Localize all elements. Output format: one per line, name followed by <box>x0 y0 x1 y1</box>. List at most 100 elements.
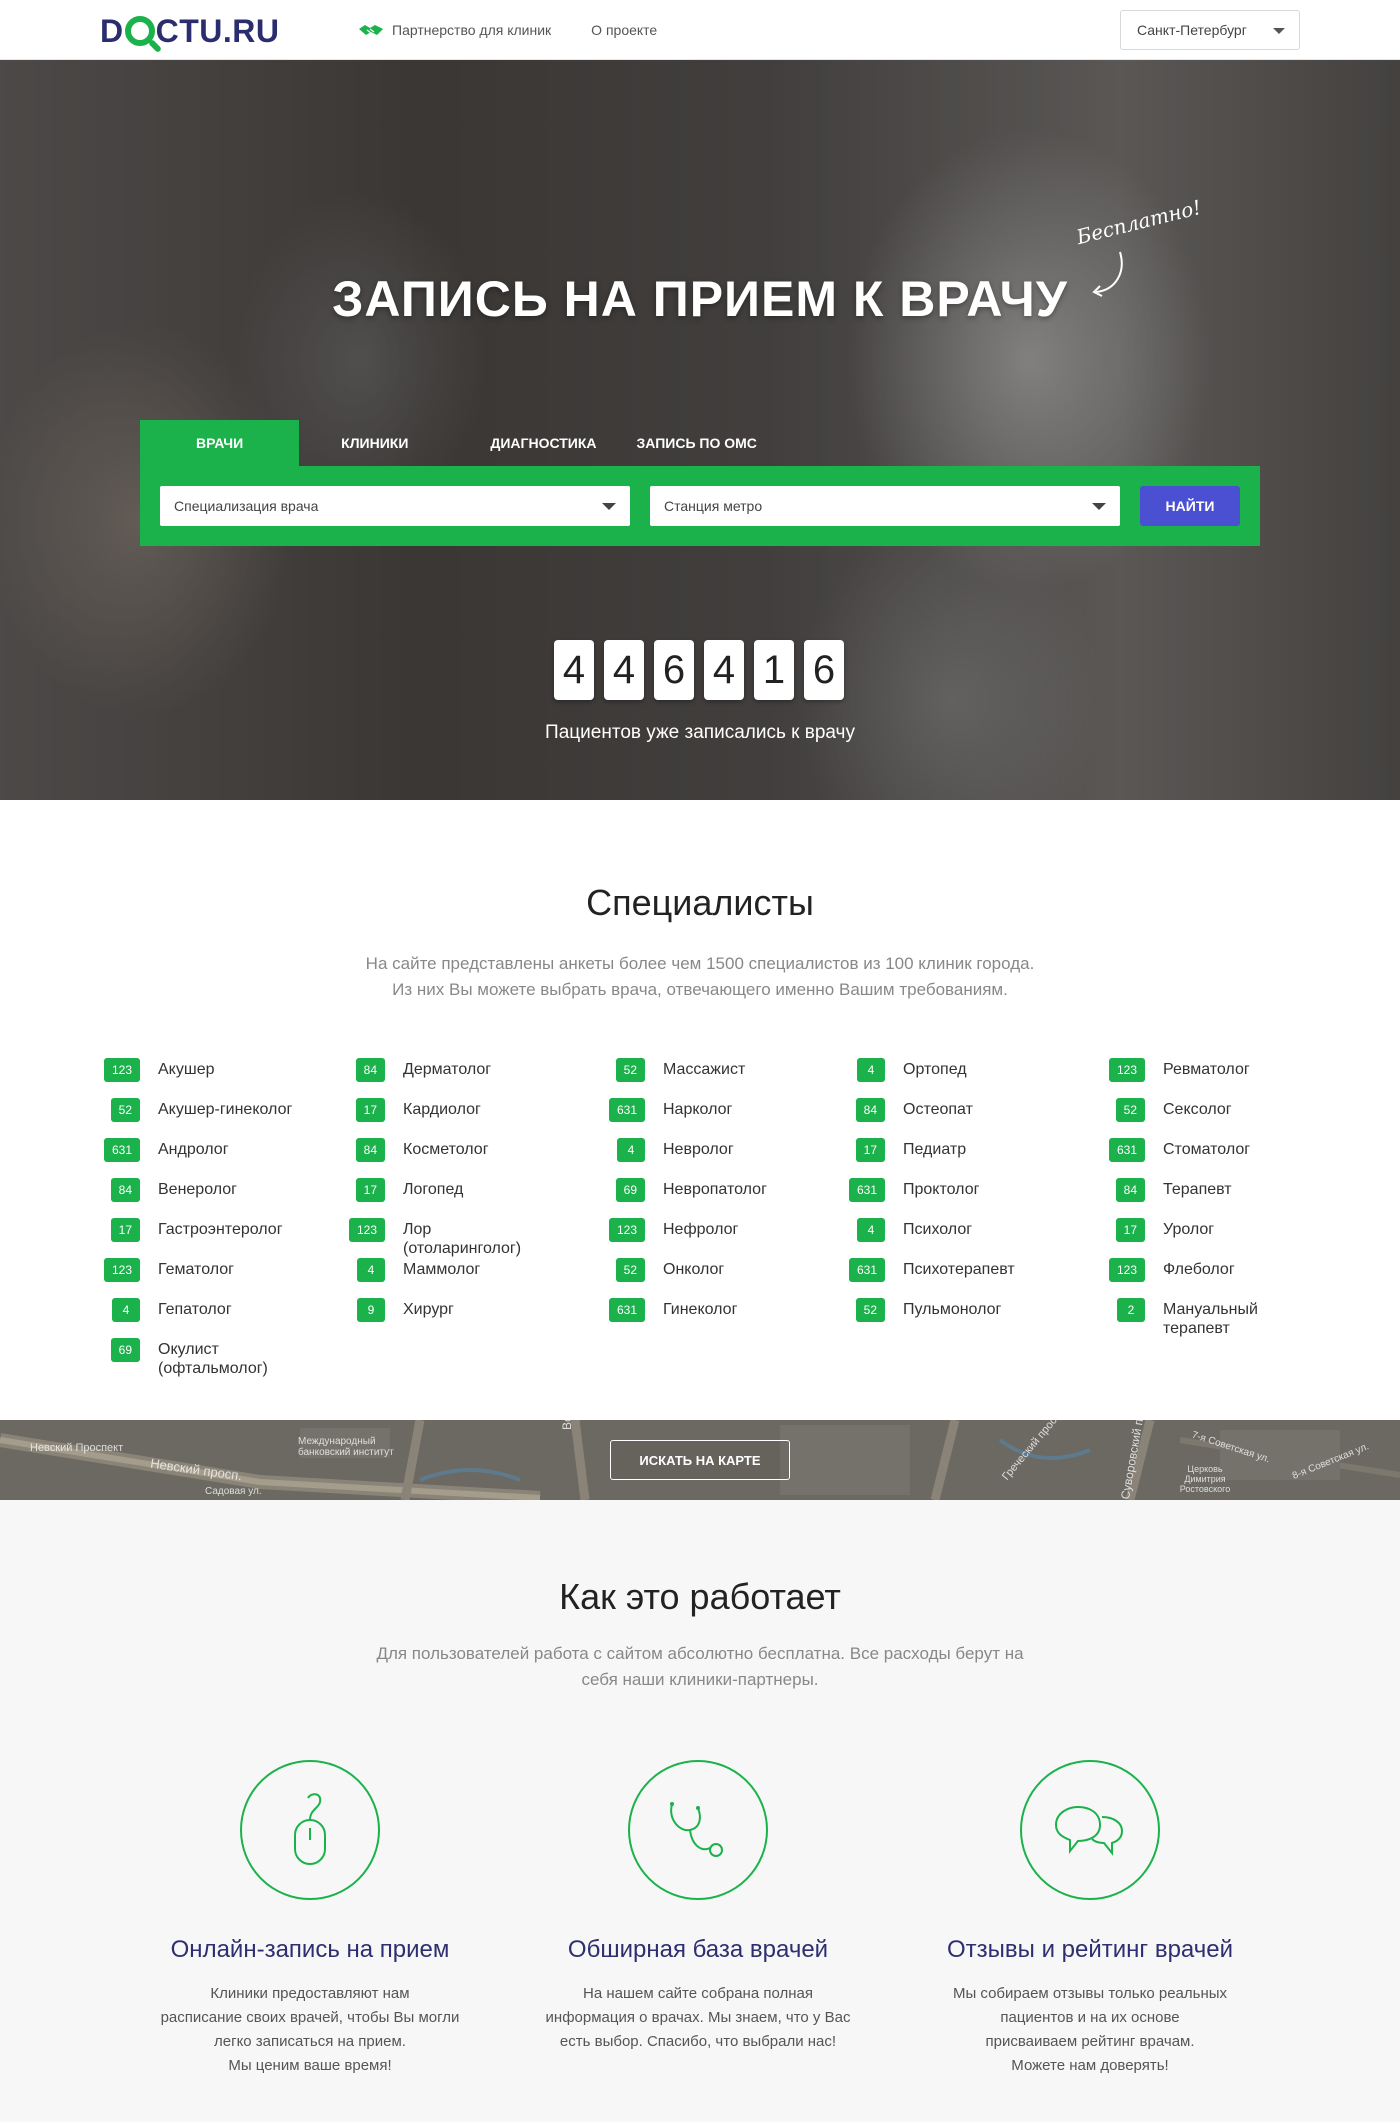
feature-text-line: информация о врачах. Мы знаем, что у Вас <box>545 2009 851 2026</box>
specialist-badge-wrap: 4 <box>345 1258 385 1282</box>
counter-digit: 1 <box>754 640 794 700</box>
specialist-item[interactable]: 52 Сексолог <box>1105 1098 1232 1122</box>
metro-select[interactable]: Станция метро <box>650 486 1120 526</box>
feature-doctor-database: Обширная база врачей На нашем сайте собр… <box>518 1760 878 2054</box>
specialist-item[interactable]: 631 Гинеколог <box>605 1298 737 1322</box>
specialist-count-badge: 2 <box>1117 1298 1145 1322</box>
specialist-item[interactable]: 52 Онколог <box>605 1258 724 1282</box>
specialist-item[interactable]: 17 Гастроэнтеролог <box>100 1218 283 1242</box>
specialist-item[interactable]: 631 Нарколог <box>605 1098 732 1122</box>
specialist-name: Флеболог <box>1163 1261 1235 1278</box>
search-on-map-button[interactable]: ИСКАТЬ НА КАРТЕ <box>610 1440 790 1480</box>
specialist-item[interactable]: 631 Стоматолог <box>1105 1138 1250 1162</box>
tab-oms[interactable]: ЗАПИСЬ ПО ОМС <box>637 420 757 466</box>
specialist-name: Нефролог <box>663 1221 739 1238</box>
specialization-select-placeholder: Специализация врача <box>174 498 319 514</box>
specialist-name: Невропатолог <box>663 1181 767 1198</box>
specialist-count-badge: 4 <box>617 1138 645 1162</box>
specialist-item[interactable]: 123 Ревматолог <box>1105 1058 1250 1082</box>
site-logo[interactable]: D CTU.RU <box>100 11 279 51</box>
specialist-item[interactable]: 17 Уролог <box>1105 1218 1214 1242</box>
specialist-badge-wrap: 631 <box>845 1178 885 1202</box>
specialist-item[interactable]: 631 Психотерапевт <box>845 1258 1015 1282</box>
specialist-name: Пульмонолог <box>903 1301 1002 1318</box>
specialist-count-badge: 69 <box>110 1338 140 1362</box>
specialist-count-badge: 631 <box>1108 1138 1145 1162</box>
tab-clinics[interactable]: КЛИНИКИ <box>299 420 450 466</box>
specialist-item[interactable]: 84 Косметолог <box>345 1138 489 1162</box>
specialist-item[interactable]: 4 Гепатолог <box>100 1298 232 1322</box>
specialist-badge-wrap: 2 <box>1105 1298 1145 1322</box>
specialist-badge-wrap: 69 <box>605 1178 645 1202</box>
specialist-name: Андролог <box>158 1141 229 1158</box>
specialist-item[interactable]: 17 Кардиолог <box>345 1098 481 1122</box>
nav-partnership-label: Партнерство для клиник <box>392 22 552 38</box>
hero-title: ЗАПИСЬ НА ПРИЕМ К ВРАЧУ <box>332 271 1068 327</box>
specialist-badge-wrap: 17 <box>100 1218 140 1242</box>
search-tabs: ВРАЧИ КЛИНИКИ ДИАГНОСТИКА ЗАПИСЬ ПО ОМС <box>140 420 757 466</box>
specialist-name: Ревматолог <box>1163 1061 1250 1078</box>
patients-counter: 4 4 6 4 1 6 <box>554 640 844 700</box>
specialist-count-badge: 9 <box>357 1298 385 1322</box>
specialist-item[interactable]: 52 Массажист <box>605 1058 745 1082</box>
counter-caption: Пациентов уже записались к врачу <box>545 722 855 743</box>
specialist-name: Венеролог <box>158 1181 237 1198</box>
nav-about-label: О проекте <box>591 22 658 38</box>
specialist-item[interactable]: 4 Маммолог <box>345 1258 480 1282</box>
specialist-count-badge: 84 <box>355 1058 385 1082</box>
specialist-item[interactable]: 2 Мануальный терапевт <box>1105 1298 1283 1338</box>
specialist-item[interactable]: 52 Акушер-гинеколог <box>100 1098 292 1122</box>
specialist-count-badge: 123 <box>348 1218 385 1242</box>
specialist-badge-wrap: 4 <box>845 1058 885 1082</box>
specialist-item[interactable]: 123 Лор (отоларинголог) <box>345 1218 523 1258</box>
specialist-item[interactable]: 9 Хирург <box>345 1298 454 1322</box>
find-button[interactable]: НАЙТИ <box>1140 486 1240 526</box>
specialist-badge-wrap: 123 <box>1105 1058 1145 1082</box>
specialist-item[interactable]: 631 Проктолог <box>845 1178 979 1202</box>
specialist-item[interactable]: 4 Психолог <box>845 1218 972 1242</box>
magnifier-logo-icon <box>124 16 155 46</box>
city-select-value: Санкт-Петербург <box>1137 22 1247 38</box>
specialist-item[interactable]: 84 Венеролог <box>100 1178 237 1202</box>
specialist-item[interactable]: 123 Акушер <box>100 1058 214 1082</box>
chevron-down-icon <box>1092 503 1106 510</box>
nav-about[interactable]: О проекте <box>591 22 657 38</box>
specialist-item[interactable]: 52 Пульмонолог <box>845 1298 1001 1322</box>
tab-doctors[interactable]: ВРАЧИ <box>140 420 300 466</box>
specialist-item[interactable]: 69 Невропатолог <box>605 1178 767 1202</box>
specialist-item[interactable]: 123 Нефролог <box>605 1218 738 1242</box>
specialist-count-badge: 123 <box>1108 1258 1145 1282</box>
specialist-item[interactable]: 17 Логопед <box>345 1178 463 1202</box>
tab-diagnostics[interactable]: ДИАГНОСТИКА <box>450 420 636 466</box>
specialist-item[interactable]: 84 Дерматолог <box>345 1058 491 1082</box>
specialist-name: Массажист <box>663 1061 746 1078</box>
specialist-item[interactable]: 69 Окулист (офтальмолог) <box>100 1338 278 1378</box>
city-select[interactable]: Санкт-Петербург <box>1120 10 1300 50</box>
specialist-item[interactable]: 123 Гематолог <box>100 1258 234 1282</box>
nav-partnership[interactable]: Партнерство для клиник <box>358 22 551 38</box>
how-it-works-title: Как это работает <box>559 1576 841 1617</box>
specialist-name: Ортопед <box>903 1061 967 1078</box>
feature-text-line: Клиники предоставляют нам <box>210 1985 410 2002</box>
specialist-item[interactable]: 631 Андролог <box>100 1138 229 1162</box>
specialist-name: Маммолог <box>403 1261 481 1278</box>
specialists-title: Специалисты <box>586 882 814 923</box>
feature-text-line: пациентов и на их основе <box>1000 2009 1180 2026</box>
specialist-name: Гинеколог <box>663 1301 738 1318</box>
feature-text-line: Можете нам доверять! <box>1011 2057 1169 2074</box>
specialist-item[interactable]: 84 Терапевт <box>1105 1178 1232 1202</box>
specialist-name: Педиатр <box>903 1141 967 1158</box>
how-it-works-subtitle-line-2: себя наши клиники-партнеры. <box>581 1670 819 1689</box>
specialist-item[interactable]: 84 Остеопат <box>845 1098 973 1122</box>
specialist-item[interactable]: 4 Невролог <box>605 1138 734 1162</box>
specialist-item[interactable]: 4 Ортопед <box>845 1058 967 1082</box>
specialist-count-badge: 631 <box>608 1298 645 1322</box>
specialist-count-badge: 17 <box>855 1138 885 1162</box>
specialist-count-badge: 84 <box>110 1178 140 1202</box>
specialist-item[interactable]: 123 Флеболог <box>1105 1258 1235 1282</box>
feature-reviews-rating: Отзывы и рейтинг врачей Мы собираем отзы… <box>910 1760 1270 2078</box>
specialization-select[interactable]: Специализация врача <box>160 486 630 526</box>
specialist-item[interactable]: 17 Педиатр <box>845 1138 966 1162</box>
specialist-badge-wrap: 123 <box>605 1218 645 1242</box>
specialist-name: Акушер <box>158 1061 215 1078</box>
